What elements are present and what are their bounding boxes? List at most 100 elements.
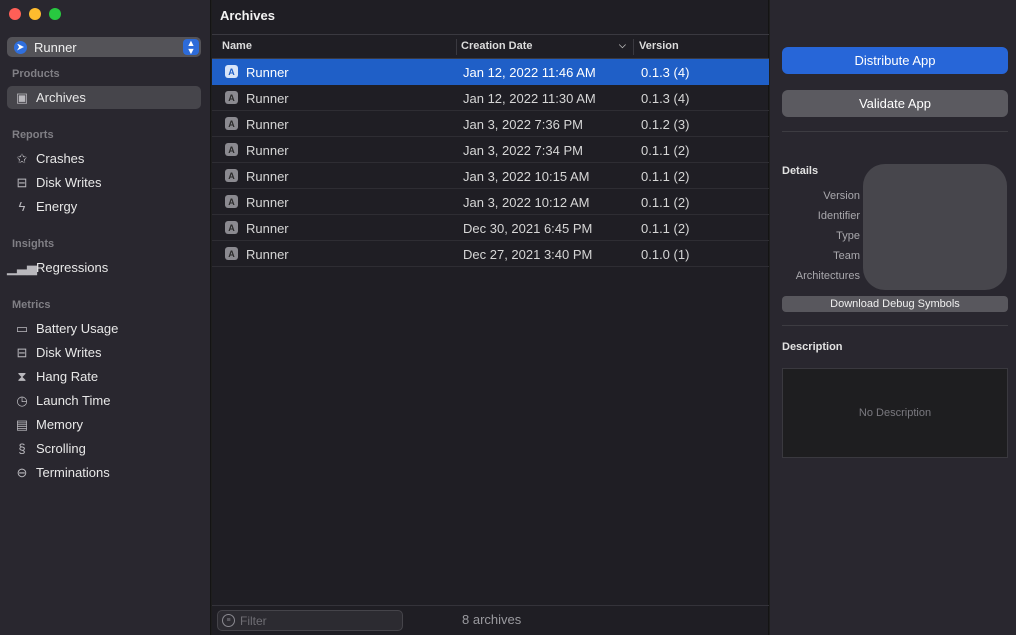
- cell-version: 0.1.1 (2): [641, 221, 690, 236]
- cell-date: Jan 3, 2022 10:12 AM: [463, 195, 590, 210]
- chevron-updown-icon: ▲ ▼: [183, 39, 199, 56]
- sidebar-item-label: Archives: [36, 90, 86, 105]
- xcode-archive-icon: A: [225, 65, 238, 78]
- sidebar-item-archives[interactable]: ▣ Archives: [7, 86, 201, 109]
- cell-name: Runner: [246, 221, 289, 236]
- sidebar-item-label: Disk Writes: [36, 175, 102, 190]
- cell-date: Jan 3, 2022 7:34 PM: [463, 143, 583, 158]
- sidebar-item-scrolling[interactable]: § Scrolling: [7, 437, 201, 460]
- scrolling-icon: §: [18, 441, 26, 456]
- table-row[interactable]: A Runner Jan 12, 2022 11:46 AM 0.1.3 (4): [212, 59, 769, 85]
- sidebar-item-crashes[interactable]: ✩ Crashes: [7, 147, 201, 170]
- clock-icon: ◷: [16, 392, 28, 408]
- cell-date: Jan 3, 2022 10:15 AM: [463, 169, 590, 184]
- cell-name: Runner: [246, 143, 289, 158]
- sidebar-item-label: Terminations: [36, 465, 110, 480]
- sidebar-item-label: Disk Writes: [36, 345, 102, 360]
- cell-date: Jan 3, 2022 7:36 PM: [463, 117, 583, 132]
- divider: [782, 325, 1008, 326]
- archive-count: 8 archives: [462, 612, 522, 627]
- detail-label-version: Version: [823, 190, 860, 202]
- scheme-selector[interactable]: Runner ▲ ▼: [7, 37, 201, 57]
- cell-version: 0.1.1 (2): [641, 143, 690, 158]
- footer-divider: [212, 605, 769, 606]
- download-debug-symbols-button[interactable]: Download Debug Symbols: [782, 296, 1008, 312]
- filter-field[interactable]: ≡: [217, 610, 403, 631]
- regressions-bars-icon: ▁▃▅: [7, 259, 37, 275]
- cell-name: Runner: [246, 91, 289, 106]
- detail-label-architectures: Architectures: [795, 270, 860, 282]
- archives-panel: Archives Name Creation Date ⌵ Version A …: [212, 0, 769, 635]
- table-row[interactable]: A Runner Dec 30, 2021 6:45 PM 0.1.1 (2): [212, 215, 769, 241]
- window-controls: [9, 8, 61, 20]
- sidebar-item-memory[interactable]: ▤ Memory: [7, 413, 201, 436]
- cell-date: Jan 12, 2022 11:30 AM: [463, 91, 596, 106]
- cell-version: 0.1.3 (4): [641, 65, 690, 80]
- close-window-button[interactable]: [9, 8, 21, 20]
- sidebar-item-disk-writes-report[interactable]: ⊟ Disk Writes: [7, 171, 201, 194]
- table-row[interactable]: A Runner Dec 27, 2021 3:40 PM 0.1.0 (1): [212, 241, 769, 267]
- sidebar-item-label: Scrolling: [36, 441, 86, 456]
- minimize-window-button[interactable]: [29, 8, 41, 20]
- sidebar-item-label: Hang Rate: [36, 369, 99, 384]
- app-icon-placeholder: [863, 164, 1007, 290]
- column-separator[interactable]: [456, 39, 457, 55]
- xcode-archive-icon: A: [225, 221, 238, 234]
- sidebar: Runner ▲ ▼ Products ▣ Archives Reports ✩ …: [0, 0, 211, 635]
- validate-app-button[interactable]: Validate App: [782, 90, 1008, 117]
- table-row[interactable]: A Runner Jan 3, 2022 7:34 PM 0.1.1 (2): [212, 137, 769, 163]
- detail-label-type: Type: [836, 230, 860, 242]
- sidebar-item-launch-time[interactable]: ◷ Launch Time: [7, 389, 201, 412]
- detail-label-team: Team: [833, 250, 860, 262]
- sidebar-item-disk-writes-metric[interactable]: ⊟ Disk Writes: [7, 341, 201, 364]
- cell-name: Runner: [246, 117, 289, 132]
- section-title-reports: Reports: [12, 129, 54, 141]
- description-placeholder: No Description: [858, 407, 932, 419]
- cell-name: Runner: [246, 195, 289, 210]
- column-header-name[interactable]: Name: [222, 40, 252, 52]
- distribute-app-button[interactable]: Distribute App: [782, 47, 1008, 74]
- hourglass-icon: ⧗: [17, 368, 27, 384]
- scheme-name: Runner: [34, 39, 77, 55]
- sidebar-item-battery-usage[interactable]: ▭ Battery Usage: [7, 317, 201, 340]
- section-title-metrics: Metrics: [12, 299, 51, 311]
- cell-name: Runner: [246, 247, 289, 262]
- table-row[interactable]: A Runner Jan 12, 2022 11:30 AM 0.1.3 (4): [212, 85, 769, 111]
- inspector-panel: Distribute App Validate App Details Vers…: [770, 0, 1016, 635]
- sidebar-item-label: Memory: [36, 417, 83, 432]
- column-header-creation-date[interactable]: Creation Date: [461, 40, 533, 52]
- xcode-archive-icon: A: [225, 143, 238, 156]
- xcode-archive-icon: A: [225, 195, 238, 208]
- archive-icon: ▣: [15, 89, 29, 105]
- description-field[interactable]: No Description: [782, 368, 1008, 458]
- filter-icon: ≡: [222, 614, 235, 627]
- description-heading: Description: [782, 341, 843, 353]
- cell-version: 0.1.0 (1): [641, 247, 690, 262]
- sidebar-item-energy[interactable]: ϟ Energy: [7, 195, 201, 218]
- sidebar-item-label: Battery Usage: [36, 321, 119, 336]
- table-row[interactable]: A Runner Jan 3, 2022 10:15 AM 0.1.1 (2): [212, 163, 769, 189]
- table-row[interactable]: A Runner Jan 3, 2022 7:36 PM 0.1.2 (3): [212, 111, 769, 137]
- column-header-version[interactable]: Version: [639, 40, 679, 52]
- filter-input[interactable]: [240, 613, 390, 628]
- disk-icon: ⊟: [16, 174, 28, 190]
- sidebar-item-hang-rate[interactable]: ⧗ Hang Rate: [7, 365, 201, 388]
- cell-version: 0.1.2 (3): [641, 117, 690, 132]
- archives-table: A Runner Jan 12, 2022 11:46 AM 0.1.3 (4)…: [212, 59, 769, 267]
- details-heading: Details: [782, 165, 819, 177]
- column-separator[interactable]: [633, 39, 634, 55]
- cell-version: 0.1.3 (4): [641, 91, 690, 106]
- sidebar-item-label: Crashes: [36, 151, 85, 166]
- sidebar-item-label: Regressions: [36, 260, 109, 275]
- sidebar-item-regressions[interactable]: ▁▃▅ Regressions: [7, 256, 201, 279]
- cell-version: 0.1.1 (2): [641, 169, 690, 184]
- xcode-archive-icon: A: [225, 91, 238, 104]
- zoom-window-button[interactable]: [49, 8, 61, 20]
- terminations-icon: ⊖: [16, 464, 28, 480]
- table-row[interactable]: A Runner Jan 3, 2022 10:12 AM 0.1.1 (2): [212, 189, 769, 215]
- xcode-archive-icon: A: [225, 117, 238, 130]
- divider: [782, 131, 1008, 132]
- table-header: Name Creation Date ⌵ Version: [212, 34, 769, 59]
- sidebar-item-terminations[interactable]: ⊖ Terminations: [7, 461, 201, 484]
- section-title-insights: Insights: [12, 238, 55, 250]
